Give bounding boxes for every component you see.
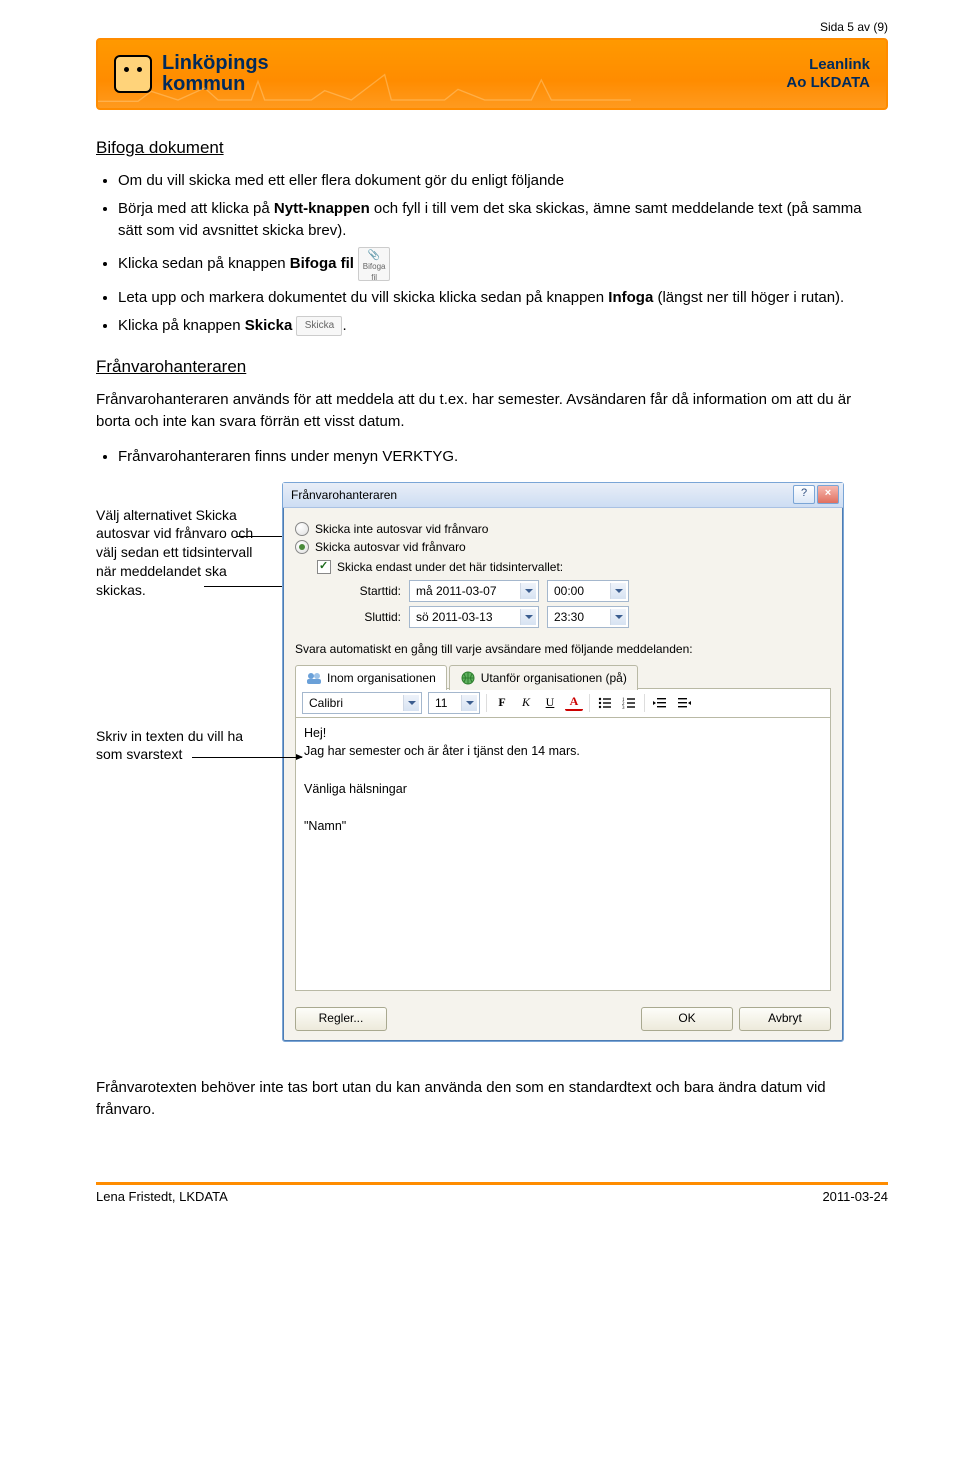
franvaro-intro: Frånvarohanteraren används för att medde…	[96, 389, 888, 434]
end-label: Sluttid:	[341, 610, 401, 624]
radio-no-autoreply[interactable]: Skicka inte autosvar vid frånvaro	[295, 522, 831, 536]
outdent-button[interactable]	[651, 694, 669, 712]
bottom-note: Frånvarotexten behöver inte tas bort uta…	[96, 1077, 888, 1122]
chevron-down-icon	[610, 609, 626, 625]
bifoga-heading: Bifoga dokument	[96, 138, 888, 158]
end-time-dropdown[interactable]: 23:30	[547, 606, 629, 628]
header-banner: Linköpings kommun Leanlink Ao LKDATA	[96, 38, 888, 110]
lion-logo-icon	[114, 55, 152, 93]
number-list-button[interactable]: 123	[620, 694, 638, 712]
rules-button[interactable]: Regler...	[295, 1007, 387, 1031]
tab-outside-org[interactable]: Utanför organisationen (på)	[449, 665, 638, 690]
ok-button[interactable]: OK	[641, 1007, 733, 1031]
footer-date: 2011-03-24	[822, 1189, 888, 1204]
chevron-down-icon	[461, 695, 477, 711]
radio-autoreply[interactable]: Skicka autosvar vid frånvaro	[295, 540, 831, 554]
franvaro-heading: Frånvarohanteraren	[96, 357, 888, 377]
svg-text:3: 3	[622, 706, 625, 710]
bold-button[interactable]: F	[493, 694, 511, 712]
dialog-title: Frånvarohanteraren	[291, 488, 397, 502]
italic-button[interactable]: K	[517, 694, 535, 712]
people-icon	[306, 670, 322, 686]
org-name-2: kommun	[162, 74, 269, 95]
cancel-button[interactable]: Avbryt	[739, 1007, 831, 1031]
footer-author: Lena Fristedt, LKDATA	[96, 1189, 228, 1204]
page-number: Sida 5 av (9)	[96, 20, 888, 34]
chevron-down-icon	[610, 583, 626, 599]
indent-button[interactable]	[675, 694, 693, 712]
s1-bullet-3: Klicka sedan på knappen Bifoga fil 📎Bifo…	[118, 247, 888, 281]
org-name-1: Linköpings	[162, 53, 269, 74]
s1-bullet-2: Börja med att klicka på Nytt-knappen och…	[118, 198, 888, 242]
help-button[interactable]: ?	[793, 485, 815, 504]
underline-button[interactable]: U	[541, 694, 559, 712]
banner-right-2: Ao LKDATA	[786, 74, 870, 92]
bullet-list-icon	[598, 696, 612, 710]
start-label: Starttid:	[341, 584, 401, 598]
tab-inside-org[interactable]: Inom organisationen	[295, 665, 447, 690]
start-date-dropdown[interactable]: må 2011-03-07	[409, 580, 539, 602]
globe-icon	[460, 670, 476, 686]
radio-icon-checked	[295, 540, 309, 554]
s1-bullet-5: Klicka på knappen Skicka Skicka.	[118, 315, 888, 337]
bullet-list-button[interactable]	[596, 694, 614, 712]
chevron-down-icon	[403, 695, 419, 711]
number-list-icon: 123	[622, 696, 636, 710]
chevron-down-icon	[520, 583, 536, 599]
auto-reply-instruction: Svara automatiskt en gång till varje avs…	[295, 642, 831, 656]
s1-bullet-1: Om du vill skicka med ett eller flera do…	[118, 170, 888, 192]
page-footer: Lena Fristedt, LKDATA 2011-03-24	[96, 1182, 888, 1204]
checkbox-icon	[317, 560, 331, 574]
start-time-dropdown[interactable]: 00:00	[547, 580, 629, 602]
dialog-titlebar[interactable]: Frånvarohanteraren ? ×	[283, 483, 843, 508]
send-icon: Skicka	[296, 316, 342, 336]
s2-bullet-1: Frånvarohanteraren finns under menyn VER…	[118, 446, 888, 468]
franvaro-dialog: Frånvarohanteraren ? × Skicka inte autos…	[282, 482, 844, 1042]
close-button[interactable]: ×	[817, 485, 839, 504]
end-date-dropdown[interactable]: sö 2011-03-13	[409, 606, 539, 628]
message-editor[interactable]: Hej! Jag har semester och är åter i tjän…	[295, 718, 831, 991]
s1-bullet-4: Leta upp och markera dokumentet du vill …	[118, 287, 888, 309]
editor-toolbar: Calibri 11 F K U A	[295, 688, 831, 718]
attach-icon: 📎Bifoga fil	[358, 247, 390, 281]
check-interval[interactable]: Skicka endast under det här tidsinterval…	[317, 560, 831, 574]
fontsize-dropdown[interactable]: 11	[428, 692, 480, 714]
annotation-label-1: Välj alternativet Skicka autosvar vid fr…	[96, 506, 266, 600]
outdent-icon	[653, 696, 667, 710]
font-dropdown[interactable]: Calibri	[302, 692, 422, 714]
banner-right-1: Leanlink	[786, 56, 870, 74]
indent-icon	[677, 696, 691, 710]
chevron-down-icon	[520, 609, 536, 625]
font-color-button[interactable]: A	[565, 694, 583, 711]
radio-icon	[295, 522, 309, 536]
